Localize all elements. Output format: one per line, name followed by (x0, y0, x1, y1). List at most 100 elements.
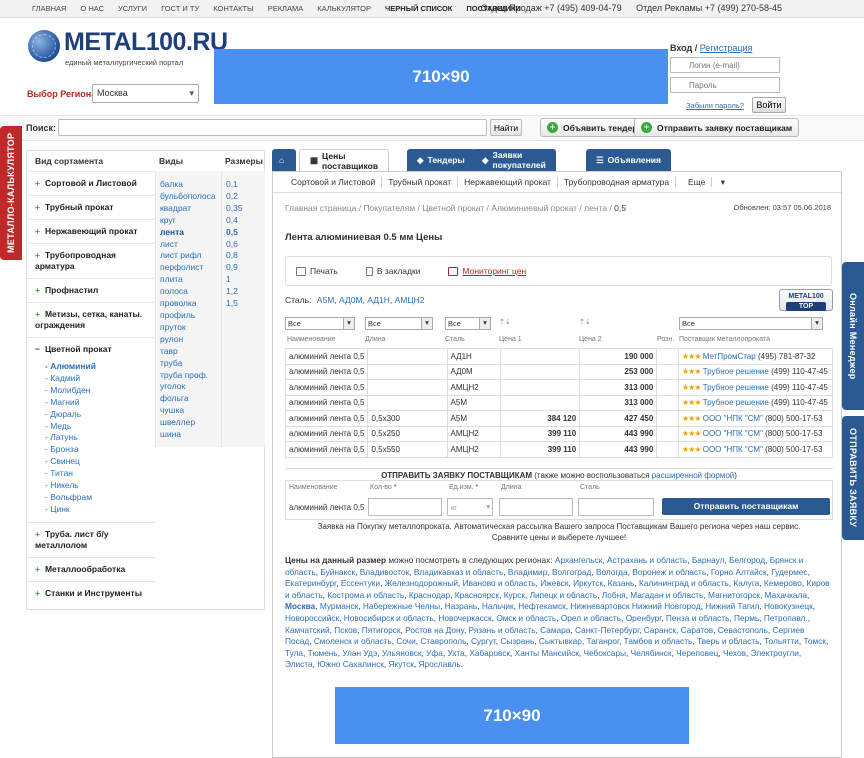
size-item[interactable]: 0,35 (226, 203, 265, 215)
supplier-link[interactable]: МетПромСтар (703, 352, 756, 361)
region-link[interactable]: Новороссийск (285, 613, 339, 623)
region-link[interactable]: Сочи (396, 636, 415, 646)
supplier-link[interactable]: ООО "НПК "СМ" (703, 414, 763, 423)
region-link[interactable]: Магнитогорск (708, 590, 760, 600)
size-item[interactable]: 0,9 (226, 262, 265, 274)
region-link[interactable]: Сыктывкар (539, 636, 582, 646)
region-link[interactable]: Севастополь (718, 625, 768, 635)
nav-link-blacklist[interactable]: ЧЕРНЫЙ СПИСОК (385, 4, 452, 13)
subcategory-item[interactable]: Латунь (45, 432, 155, 444)
nav-link-services[interactable]: УСЛУГИ (118, 4, 147, 13)
type-item[interactable]: рулон (160, 334, 221, 346)
region-link[interactable]: Псков (334, 625, 357, 635)
region-link[interactable]: Кемерово (764, 578, 802, 588)
size-item[interactable]: 0,4 (226, 215, 265, 227)
supplier-link[interactable]: ООО "НПК "СМ" (703, 429, 763, 438)
type-item[interactable]: лист рифл (160, 250, 221, 262)
filter-supplier-select[interactable]: Все (679, 317, 823, 330)
region-link[interactable]: Барнаул (692, 555, 725, 565)
size-item[interactable]: 1,2 (226, 286, 265, 298)
password-input[interactable] (670, 77, 780, 93)
region-link[interactable]: Магадан и область (630, 590, 703, 600)
type-item[interactable]: пруток (160, 322, 221, 334)
region-link[interactable]: Иваново и область (463, 578, 536, 588)
unit-select[interactable]: кг ▾ (447, 498, 493, 516)
type-item[interactable]: плита (160, 274, 221, 286)
online-manager-tab[interactable]: Онлайн Менеджер (842, 262, 864, 410)
region-link[interactable]: Орел и область (561, 613, 621, 623)
type-item[interactable]: лента (160, 227, 221, 239)
forgot-password-link[interactable]: Забыли пароль? (686, 101, 744, 110)
type-item[interactable]: балка (160, 179, 221, 191)
region-link[interactable]: Назрань (445, 601, 477, 611)
region-link[interactable]: Томск (804, 636, 827, 646)
subcategory-item[interactable]: Кадмий (45, 373, 155, 385)
region-link[interactable]: Калуга (733, 578, 759, 588)
subtab-item[interactable]: Сортовой и Листовой (285, 177, 383, 187)
send-to-suppliers-button[interactable]: Отправить поставщикам (662, 498, 830, 515)
region-link[interactable]: Ижевск (540, 578, 568, 588)
region-link[interactable]: Иркутск (573, 578, 603, 588)
region-link[interactable]: Буйнакск (320, 567, 355, 577)
type-item[interactable]: уголок (160, 381, 221, 393)
nav-link-home[interactable]: ГЛАВНАЯ (32, 4, 66, 13)
type-item[interactable]: лист (160, 239, 221, 251)
region-link[interactable]: Саранск (644, 625, 676, 635)
type-item[interactable]: фольга (160, 393, 221, 405)
size-item[interactable]: 0,8 (226, 250, 265, 262)
type-item[interactable]: труба (160, 358, 221, 370)
region-link[interactable]: Рязань и область (468, 625, 535, 635)
subcategory-item[interactable]: Никель (45, 480, 155, 492)
supplier-link[interactable]: ООО "НПК "СМ" (703, 445, 763, 454)
category-item[interactable]: + Профнастил (27, 278, 155, 302)
region-link[interactable]: Элиста (285, 659, 313, 669)
region-link[interactable]: Нижневартовск Нижний Новгород (570, 601, 700, 611)
type-item[interactable]: труба проф. (160, 370, 221, 382)
subcategory-item[interactable]: Вольфрам (45, 492, 155, 504)
type-item[interactable]: проволка (160, 298, 221, 310)
sort-price1-icon[interactable]: ⇡⇣ (499, 318, 511, 326)
size-item[interactable]: 0,2 (226, 191, 265, 203)
tab-home[interactable]: ⌂ (272, 149, 296, 171)
region-link[interactable]: Тольятти (764, 636, 799, 646)
subtab-item[interactable]: Нержавеющий прокат (458, 177, 558, 187)
region-link[interactable]: Электроугли (751, 648, 799, 658)
region-link[interactable]: Ханты Мансийск (515, 648, 579, 658)
subtab-item[interactable]: Трубный прокат (382, 177, 459, 187)
bookmark-button[interactable]: В закладки (365, 266, 435, 276)
region-link[interactable]: Москва (285, 601, 315, 611)
region-link[interactable]: Вологда (596, 567, 628, 577)
extended-form-link[interactable]: расширенной формой (652, 471, 735, 480)
region-link[interactable]: Чехов (723, 648, 746, 658)
region-link[interactable]: Саратов (681, 625, 713, 635)
category-item[interactable]: + Сортовой и Листовой (27, 171, 155, 195)
type-item[interactable]: квадрат (160, 203, 221, 215)
region-link[interactable]: Ульяновск (382, 648, 422, 658)
category-item[interactable]: + Нержавеющий прокат (27, 219, 155, 243)
region-link[interactable]: Ухта (447, 648, 464, 658)
tab-supplier-prices[interactable]: ▦ Цены поставщиков (299, 149, 390, 171)
filter-name-select[interactable]: Все (285, 317, 355, 330)
region-link[interactable]: Владимир (508, 567, 547, 577)
nav-link-calculator[interactable]: КАЛЬКУЛЯТОР (317, 4, 371, 13)
region-link[interactable]: Нальчик (482, 601, 514, 611)
region-link[interactable]: Краснодар (409, 590, 450, 600)
region-link[interactable]: Хабаровск (469, 648, 510, 658)
subcategory-item[interactable]: Медь (45, 421, 155, 433)
region-link[interactable]: Владивосток (360, 567, 410, 577)
steel-grade-link[interactable]: А5М (317, 295, 334, 305)
supplier-link[interactable]: Трубное решение (703, 398, 769, 407)
region-link[interactable]: Смоленск и область (314, 636, 392, 646)
region-link[interactable]: Якутск (389, 659, 414, 669)
region-link[interactable]: Горно Алтайск (711, 567, 767, 577)
subcategory-item[interactable]: Свинец (45, 456, 155, 468)
region-link[interactable]: Липецк и область (530, 590, 598, 600)
supplier-link[interactable]: Трубное решение (703, 383, 769, 392)
subcategory-item[interactable]: Титан (45, 468, 155, 480)
region-link[interactable]: Самара (540, 625, 570, 635)
subcategory-item[interactable]: Цинк (45, 504, 155, 516)
filter-length-select[interactable]: Все (365, 317, 433, 330)
region-link[interactable]: Мурманск (320, 601, 358, 611)
region-link[interactable]: Ставрополь (420, 636, 466, 646)
nav-link-contacts[interactable]: КОНТАКТЫ (213, 4, 253, 13)
